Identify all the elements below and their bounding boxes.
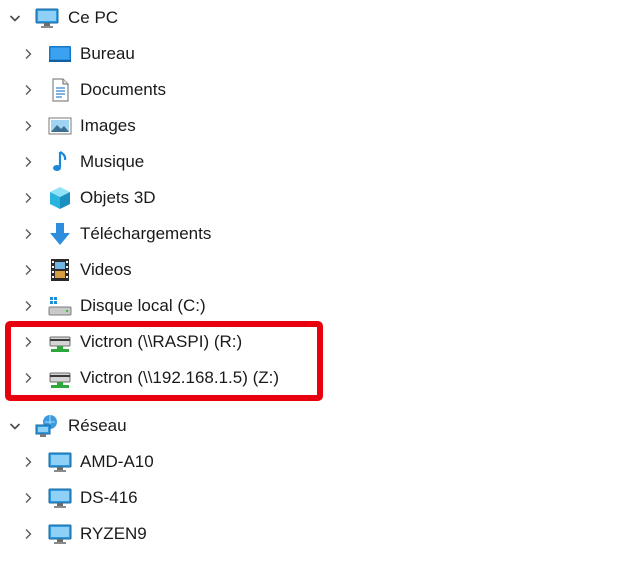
tree-item-label: Documents xyxy=(80,80,166,99)
chevron-right-icon[interactable] xyxy=(20,118,36,134)
tree-item-telechargements[interactable]: Téléchargements xyxy=(0,217,400,251)
chevron-right-icon[interactable] xyxy=(20,262,36,278)
computer-icon xyxy=(47,449,73,475)
tree-item-documents[interactable]: Documents xyxy=(0,73,400,107)
chevron-right-icon[interactable] xyxy=(20,526,36,542)
tree-item-label: RYZEN9 xyxy=(80,524,147,543)
3d-objects-icon xyxy=(47,185,73,211)
music-note-icon xyxy=(47,149,73,175)
tree-item-label: Objets 3D xyxy=(80,188,156,207)
computer-icon xyxy=(34,5,60,31)
highlight-frame xyxy=(5,321,323,401)
local-disk-icon xyxy=(47,293,73,319)
tree-item-videos[interactable]: Videos xyxy=(0,253,400,287)
tree-item-label: Ce PC xyxy=(68,8,119,27)
tree-item-objets-3d[interactable]: Objets 3D xyxy=(0,181,400,215)
tree-item-label: Videos xyxy=(80,260,132,279)
tree-item-label: Réseau xyxy=(68,416,127,435)
navigation-tree: Ce PC Bureau Documents Images Musique Ob… xyxy=(0,0,624,570)
chevron-down-icon[interactable] xyxy=(7,10,23,26)
tree-item-this-pc[interactable]: Ce PC xyxy=(0,1,400,35)
download-arrow-icon xyxy=(47,221,73,247)
chevron-down-icon[interactable] xyxy=(7,418,23,434)
tree-item-musique[interactable]: Musique xyxy=(0,145,400,179)
tree-item-label: Disque local (C:) xyxy=(80,296,206,315)
chevron-right-icon[interactable] xyxy=(20,226,36,242)
network-icon xyxy=(34,413,60,439)
computer-icon xyxy=(47,485,73,511)
desktop-folder-icon xyxy=(47,41,73,67)
tree-item-ryzen9[interactable]: RYZEN9 xyxy=(0,517,400,551)
documents-icon xyxy=(47,77,73,103)
tree-item-ds-416[interactable]: DS-416 xyxy=(0,481,400,515)
chevron-right-icon[interactable] xyxy=(20,298,36,314)
tree-item-reseau[interactable]: Réseau xyxy=(0,409,400,443)
tree-item-disque-local[interactable]: Disque local (C:) xyxy=(0,289,400,323)
chevron-right-icon[interactable] xyxy=(20,454,36,470)
computer-icon xyxy=(47,521,73,547)
tree-item-images[interactable]: Images xyxy=(0,109,400,143)
images-icon xyxy=(47,113,73,139)
tree-item-amd-a10[interactable]: AMD-A10 xyxy=(0,445,400,479)
chevron-right-icon[interactable] xyxy=(20,190,36,206)
tree-item-label: Téléchargements xyxy=(80,224,212,243)
tree-item-label: AMD-A10 xyxy=(80,452,154,471)
chevron-right-icon[interactable] xyxy=(20,82,36,98)
tree-item-label: Musique xyxy=(80,152,145,171)
chevron-right-icon[interactable] xyxy=(20,154,36,170)
tree-item-label: Bureau xyxy=(80,44,135,63)
tree-item-label: Images xyxy=(80,116,136,135)
chevron-right-icon[interactable] xyxy=(20,46,36,62)
chevron-right-icon[interactable] xyxy=(20,490,36,506)
film-strip-icon xyxy=(47,257,73,283)
tree-item-bureau[interactable]: Bureau xyxy=(0,37,400,71)
tree-item-label: DS-416 xyxy=(80,488,138,507)
